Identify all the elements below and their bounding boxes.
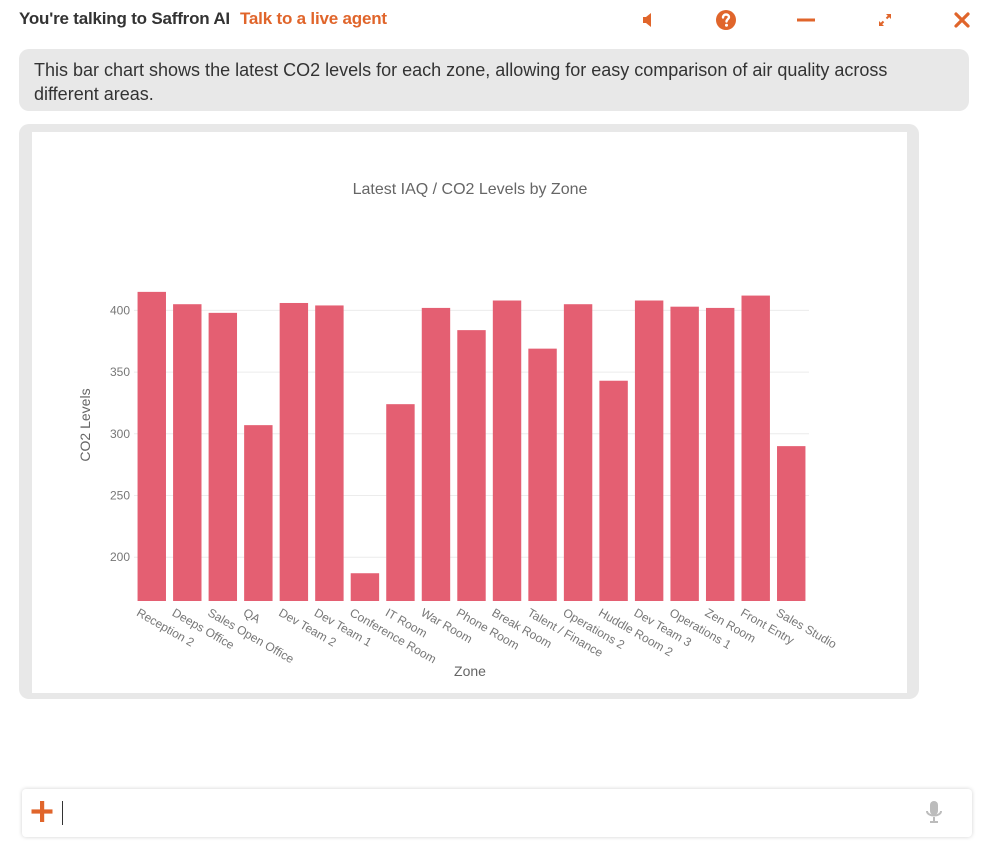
bar-huddle-room-2[interactable] xyxy=(599,380,628,601)
bar-conference-room[interactable] xyxy=(350,573,380,601)
bar-deeps-office[interactable] xyxy=(173,304,202,601)
microphone-button[interactable] xyxy=(924,798,944,826)
bar-dev-team-3[interactable] xyxy=(634,300,664,601)
bar-operations-2[interactable] xyxy=(563,304,593,601)
bar-dev-team-1[interactable] xyxy=(315,305,344,601)
text-caret xyxy=(62,801,63,825)
close-icon xyxy=(954,12,970,28)
y-tick-label: 250 xyxy=(110,488,130,502)
help-icon xyxy=(716,10,736,30)
expand-icon xyxy=(879,14,891,26)
minimize-icon xyxy=(797,18,815,22)
bar-zen-room[interactable] xyxy=(705,307,735,601)
assistant-message-text: This bar chart shows the latest CO2 leve… xyxy=(34,60,888,104)
bar-war-room[interactable] xyxy=(421,307,451,601)
attach-button[interactable] xyxy=(30,798,54,826)
chart-title: Latest IAQ / CO2 Levels by Zone xyxy=(353,181,588,198)
message-input[interactable] xyxy=(66,797,926,829)
speaker-button[interactable] xyxy=(637,8,661,32)
assistant-message: This bar chart shows the latest CO2 leve… xyxy=(19,49,969,111)
expand-button[interactable] xyxy=(873,8,897,32)
bar-phone-room[interactable] xyxy=(457,330,486,601)
y-tick-label: 200 xyxy=(110,550,130,564)
bar-qa[interactable] xyxy=(244,425,273,601)
bar-it-room[interactable] xyxy=(386,404,415,601)
speaker-icon xyxy=(643,13,651,27)
plus-icon xyxy=(31,801,53,822)
live-agent-link[interactable]: Talk to a live agent xyxy=(240,9,387,29)
bar-sales-open-office[interactable] xyxy=(208,312,238,601)
chat-title: You're talking to Saffron AI xyxy=(19,9,230,28)
bar-operations-1[interactable] xyxy=(670,306,699,601)
help-button[interactable] xyxy=(714,8,738,32)
bar-front-entry[interactable] xyxy=(741,295,770,601)
y-axis-label: CO2 Levels xyxy=(77,388,93,461)
bar-sales-studio[interactable] xyxy=(777,446,806,601)
microphone-icon xyxy=(926,801,942,823)
bar-break-room[interactable] xyxy=(492,300,522,601)
message-composer xyxy=(22,789,972,837)
bar-reception-2[interactable] xyxy=(137,291,166,601)
bar-dev-team-2[interactable] xyxy=(279,302,309,601)
chart-area: 200 250 300 350 400 Reception 2 Deeps Office S… xyxy=(32,132,907,693)
chart-card: 200 250 300 350 400 Reception 2 Deeps Office S… xyxy=(19,124,919,699)
y-tick-label: 400 xyxy=(110,303,130,317)
bar-chart: 200250300350400 Reception 2Deeps OfficeS… xyxy=(77,181,839,679)
y-tick-label: 300 xyxy=(110,427,130,441)
chat-header: You're talking to Saffron AI Talk to a l… xyxy=(0,0,993,40)
bar-talent-finance[interactable] xyxy=(528,348,557,601)
minimize-button[interactable] xyxy=(794,8,818,32)
close-button[interactable] xyxy=(950,8,974,32)
y-tick-label: 350 xyxy=(110,365,130,379)
x-axis-label: Zone xyxy=(454,663,486,679)
